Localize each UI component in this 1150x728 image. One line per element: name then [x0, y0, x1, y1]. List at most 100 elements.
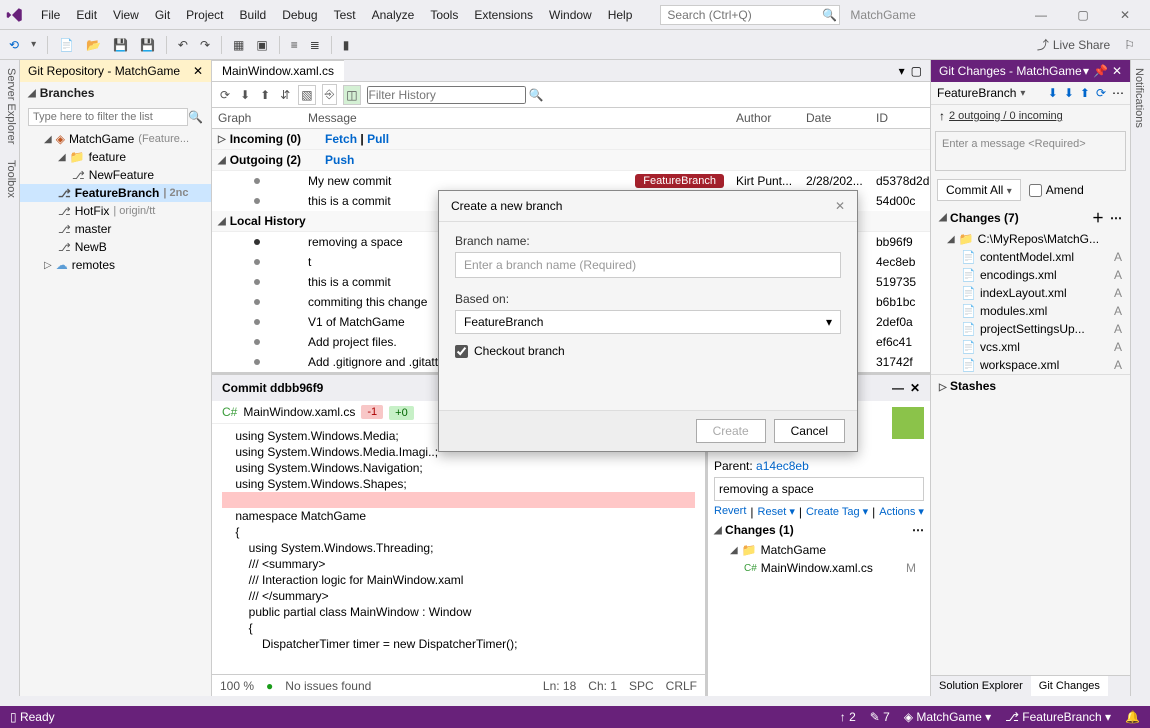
close-icon[interactable]: ✕ — [910, 381, 920, 395]
outgoing-section[interactable]: ◢Outgoing (2) Push — [212, 150, 930, 171]
changes-header[interactable]: ◢ Changes (7) ＋ ⋯ — [931, 205, 1130, 230]
new-project-icon[interactable]: 📄 — [55, 36, 78, 54]
reset-action[interactable]: Reset ▾ — [758, 505, 795, 519]
menu-git[interactable]: Git — [147, 4, 178, 26]
push-icon[interactable]: ⬆ — [1080, 86, 1090, 100]
more-icon[interactable]: ⋯ — [1110, 211, 1122, 225]
stage-all-icon[interactable]: ＋ — [1092, 209, 1104, 226]
changed-file[interactable]: 📄indexLayout.xmlA — [931, 284, 1130, 302]
branch-filter-input[interactable] — [28, 108, 188, 126]
more-icon[interactable]: ⋯ — [1112, 86, 1124, 100]
menu-view[interactable]: View — [105, 4, 147, 26]
pull-icon[interactable]: ⬇ — [1064, 86, 1074, 100]
graph-toggle-icon[interactable]: ▧ — [298, 85, 315, 105]
menu-edit[interactable]: Edit — [68, 4, 105, 26]
history-filter[interactable]: 🔍 — [367, 86, 544, 104]
project-node[interactable]: ◢ 📁 MatchGame — [714, 541, 924, 559]
tool-icon-2[interactable]: ▣ — [252, 36, 271, 54]
feedback-icon[interactable]: ⚐ — [1124, 38, 1135, 52]
save-all-icon[interactable]: 💾 — [136, 36, 159, 54]
changed-file[interactable]: 📄vcs.xmlA — [931, 338, 1130, 356]
repo-root[interactable]: ◢ ◈ MatchGame (Feature... — [20, 130, 211, 148]
branch-indicator[interactable]: ⎇ FeatureBranch ▾ — [1005, 710, 1111, 724]
changed-file[interactable]: C# MainWindow.xaml.cs M — [714, 559, 924, 577]
repo-path-node[interactable]: ◢ 📁 C:\MyRepos\MatchG... — [931, 230, 1130, 248]
rail-server-explorer[interactable]: Server Explorer — [0, 60, 19, 152]
tab-solution-explorer[interactable]: Solution Explorer — [931, 676, 1031, 696]
menu-analyze[interactable]: Analyze — [364, 4, 423, 26]
sync-icon[interactable]: ⟳ — [1096, 86, 1106, 100]
tool-icon-4[interactable]: ≣ — [306, 36, 324, 54]
checkout-checkbox[interactable]: Checkout branch — [455, 344, 841, 358]
outgoing-count[interactable]: ↑ 2 — [840, 710, 856, 724]
stashes-header[interactable]: ▷ Stashes — [931, 374, 1130, 397]
fetch-icon[interactable]: ⬇ — [1048, 86, 1058, 100]
quick-search[interactable]: 🔍 — [660, 5, 840, 25]
more-icon[interactable]: ⋯ — [912, 523, 924, 537]
code-diff-view[interactable]: using System.Windows.Media; using System… — [212, 424, 705, 674]
push-icon[interactable]: ⇵ — [278, 86, 292, 104]
branch-newfeature[interactable]: ⎇ NewFeature — [20, 166, 211, 184]
tool-icon-5[interactable]: ▮ — [339, 36, 354, 54]
git-changes-tab[interactable]: Git Changes - MatchGame ▾ 📌 ✕ — [931, 60, 1130, 82]
menu-debug[interactable]: Debug — [274, 4, 325, 26]
menu-project[interactable]: Project — [178, 4, 231, 26]
git-repo-tab[interactable]: Git Repository - MatchGame ✕ — [20, 60, 211, 82]
dropdown-icon[interactable]: ▾ — [899, 64, 905, 78]
revert-action[interactable]: Revert — [714, 505, 746, 519]
commit-message[interactable]: removing a space — [714, 477, 924, 501]
commit-changes-header[interactable]: ◢ Changes (1) ⋯ — [714, 519, 924, 541]
branch-newb[interactable]: ⎇ NewB — [20, 238, 211, 256]
create-tag-action[interactable]: Create Tag ▾ — [806, 505, 868, 519]
refresh-icon[interactable]: ⟳ — [218, 86, 232, 104]
minimize-button[interactable]: — — [1021, 1, 1061, 29]
remotes-node[interactable]: ▷ ☁ remotes — [20, 256, 211, 274]
minimize-icon[interactable]: — — [892, 381, 904, 395]
changed-file[interactable]: 📄contentModel.xmlA — [931, 248, 1130, 266]
fetch-link[interactable]: Fetch — [325, 132, 357, 146]
incoming-section[interactable]: ▷Incoming (0) Fetch | Pull — [212, 129, 930, 150]
search-input[interactable] — [667, 8, 822, 22]
push-link[interactable]: Push — [325, 153, 354, 167]
menu-extensions[interactable]: Extensions — [466, 4, 541, 26]
folder-feature[interactable]: ◢ 📁 feature — [20, 148, 211, 166]
pull-link[interactable]: Pull — [367, 132, 389, 146]
branch-master[interactable]: ⎇ master — [20, 220, 211, 238]
commit-all-button[interactable]: Commit All ▾ — [937, 179, 1021, 201]
commit-message-input[interactable]: Enter a message <Required> — [935, 131, 1126, 171]
save-icon[interactable]: 💾 — [109, 36, 132, 54]
pull-icon[interactable]: ⬆ — [258, 86, 272, 104]
tool-icon-3[interactable]: ≡ — [287, 36, 302, 54]
branch-hotfix[interactable]: ⎇ HotFix | origin/tt — [20, 202, 211, 220]
sync-link[interactable]: 2 outgoing / 0 incoming — [949, 110, 1063, 122]
based-on-select[interactable]: FeatureBranch▾ — [455, 310, 841, 334]
changed-file[interactable]: 📄encodings.xmlA — [931, 266, 1130, 284]
branch-name-input[interactable] — [455, 252, 841, 278]
commit-row[interactable]: My new commit FeatureBranch Kirt Punt...… — [212, 171, 930, 191]
menu-window[interactable]: Window — [541, 4, 600, 26]
menu-tools[interactable]: Tools — [422, 4, 466, 26]
live-share-icon[interactable]: ⤴ — [1037, 36, 1049, 53]
amend-checkbox[interactable]: Amend — [1029, 183, 1084, 197]
menu-help[interactable]: Help — [600, 4, 641, 26]
pending-count[interactable]: ✎ 7 — [870, 710, 890, 724]
more-actions[interactable]: Actions ▾ — [879, 505, 924, 519]
rail-toolbox[interactable]: Toolbox — [0, 152, 19, 206]
undo-icon[interactable]: ↶ — [174, 36, 192, 54]
repo-indicator[interactable]: ◈ MatchGame ▾ — [904, 710, 991, 724]
diff-icon[interactable]: ◫ — [343, 85, 360, 105]
menu-test[interactable]: Test — [326, 4, 364, 26]
changed-file[interactable]: 📄projectSettingsUp...A — [931, 320, 1130, 338]
compare-icon[interactable]: ⎆ — [322, 84, 338, 105]
changed-file[interactable]: 📄workspace.xmlA — [931, 356, 1130, 374]
close-icon[interactable]: ✕ — [1112, 64, 1122, 78]
tool-icon-1[interactable]: ▦ — [229, 36, 248, 54]
create-button[interactable]: Create — [696, 419, 766, 443]
dropdown-icon[interactable]: ▾ — [1083, 64, 1089, 78]
nav-back-icon[interactable]: ⟲ — [5, 36, 23, 54]
menu-file[interactable]: File — [33, 4, 68, 26]
changed-file[interactable]: 📄modules.xmlA — [931, 302, 1130, 320]
fetch-icon[interactable]: ⬇ — [238, 86, 252, 104]
redo-icon[interactable]: ↷ — [196, 36, 214, 54]
branches-header[interactable]: ◢Branches — [20, 82, 211, 104]
